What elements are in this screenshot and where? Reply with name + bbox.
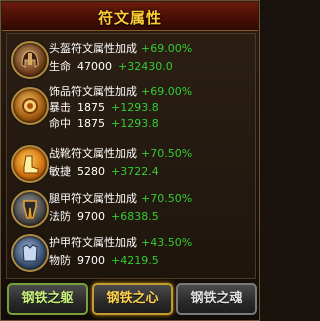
- rune-list: 头盔符文属性加成 +69.00% 生命 47000 +32430.0 饰品符文属性加成…: [6, 33, 256, 279]
- rune-header: 护甲符文属性加成: [49, 236, 137, 249]
- amulet-icon: [11, 87, 49, 125]
- rune-percent: +43.50%: [141, 236, 193, 249]
- rune-header: 战靴符文属性加成: [49, 147, 137, 160]
- stat-value: 5280: [77, 165, 105, 178]
- armor-icon: [11, 234, 49, 272]
- stat-name: 生命: [49, 60, 71, 73]
- stat-value: 1875: [77, 117, 105, 130]
- stat-name: 敏捷: [49, 165, 71, 178]
- helmet-icon: [11, 41, 49, 79]
- stat-name: 物防: [49, 254, 71, 267]
- stat-value: 9700: [77, 254, 105, 267]
- stat-name: 法防: [49, 210, 71, 223]
- stat-bonus: +4219.5: [111, 254, 159, 267]
- stat-value: 9700: [77, 210, 105, 223]
- title-bar: 符文属性: [2, 2, 258, 31]
- boots-icon: [11, 145, 49, 183]
- rune-percent: +69.00%: [141, 85, 193, 98]
- rune-attributes-panel: 符文属性 头盔符文属性加成 +69.00% 生命 47000 +32430.0: [0, 0, 260, 321]
- rune-header: 头盔符文属性加成: [49, 42, 137, 55]
- rune-header: 饰品符文属性加成: [49, 85, 137, 98]
- stat-row: 法防 9700 +6838.5: [49, 210, 159, 224]
- rune-set-button-soul[interactable]: 钢铁之魂: [176, 283, 257, 315]
- stat-bonus: +6838.5: [111, 210, 159, 223]
- stat-bonus: +1293.8: [111, 101, 159, 114]
- rune-percent: +70.50%: [141, 192, 193, 205]
- window-title: 符文属性: [97, 9, 162, 27]
- rune-header: 腿甲符文属性加成: [49, 192, 137, 205]
- rune-set-button-heart[interactable]: 钢铁之心: [92, 283, 173, 315]
- stat-bonus: +1293.8: [111, 117, 159, 130]
- stat-value: 1875: [77, 101, 105, 114]
- rune-set-buttons: 钢铁之躯 钢铁之心 钢铁之魂: [5, 281, 257, 317]
- rune-set-button-body[interactable]: 钢铁之躯: [7, 283, 88, 315]
- stat-bonus: +3722.4: [111, 165, 159, 178]
- stat-name: 命中: [49, 117, 71, 130]
- rune-percent: +70.50%: [141, 147, 193, 160]
- stat-value: 47000: [77, 60, 112, 73]
- stat-row: 物防 9700 +4219.5: [49, 254, 159, 268]
- stat-row: 暴击 1875 +1293.8: [49, 101, 159, 115]
- leggings-icon: [11, 190, 49, 228]
- stat-name: 暴击: [49, 101, 71, 114]
- rune-percent: +69.00%: [141, 42, 193, 55]
- stat-row: 敏捷 5280 +3722.4: [49, 165, 159, 179]
- stat-bonus: +32430.0: [118, 60, 173, 73]
- stat-row: 生命 47000 +32430.0: [49, 60, 173, 74]
- stat-row: 命中 1875 +1293.8: [49, 117, 159, 131]
